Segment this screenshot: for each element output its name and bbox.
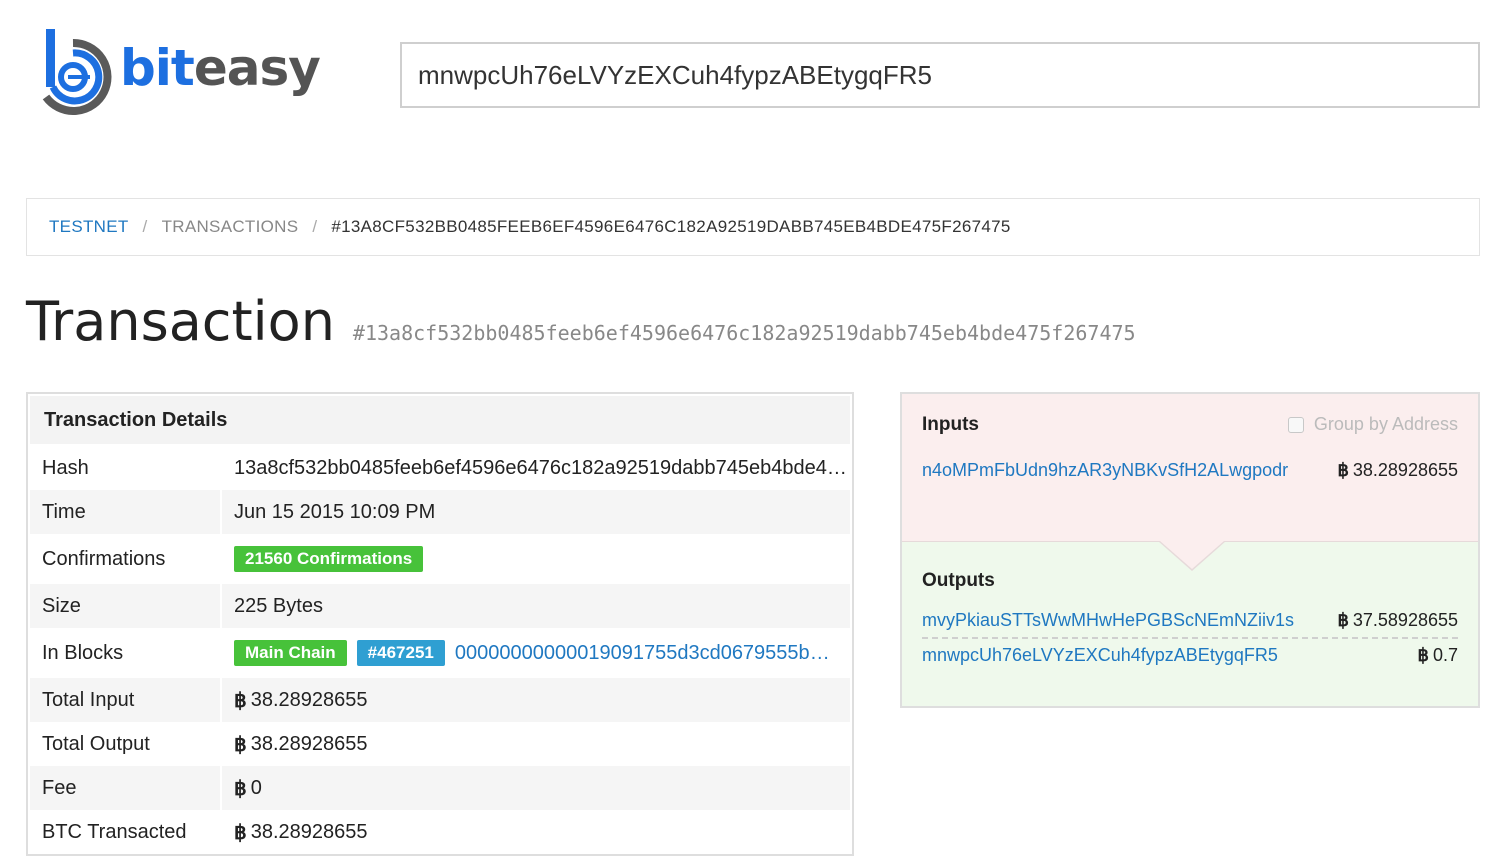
output-row: mnwpcUh76eLVYzEXCuh4fypzABEtygqFR5 ฿ 0.7 [922,645,1458,666]
detail-row-size: Size 225 Bytes [30,584,850,628]
size-value: 225 Bytes [234,594,323,617]
detail-row-time: Time Jun 15 2015 10:09 PM [30,490,850,534]
output-address-link[interactable]: mnwpcUh76eLVYzEXCuh4fypzABEtygqFR5 [922,645,1278,666]
time-value: Jun 15 2015 10:09 PM [234,500,436,523]
detail-row-total-output: Total Output ฿ 38.28928655 [30,722,850,766]
detail-label: Total Output [30,722,222,766]
block-hash-link[interactable]: 00000000000019091755d3cd0679555b… [455,642,830,665]
detail-label: BTC Transacted [30,810,222,854]
detail-label: Time [30,490,222,534]
wordmark-easy: easy [193,39,321,97]
inputs-outputs-panel: Inputs Group by Address n4oMPmFbUdn9hzAR… [900,392,1480,708]
detail-value: 13a8cf532bb0485feeb6ef4596e6476c182a9251… [222,446,850,490]
page-title-hash: #13a8cf532bb0485feeb6ef4596e6476c182a925… [352,321,1136,345]
detail-label: Confirmations [30,534,222,584]
input-row: n4oMPmFbUdn9hzAR3yNBKvSfH2ALwgpodr ฿ 38.2… [922,460,1458,481]
detail-row-fee: Fee ฿ 0 [30,766,850,810]
detail-value: ฿ 38.28928655 [222,722,850,766]
detail-label: Size [30,584,222,628]
breadcrumb: TESTNET / TRANSACTIONS / #13A8CF532BB048… [26,198,1480,256]
main-chain-badge: Main Chain [234,640,347,666]
inputs-section: Inputs Group by Address n4oMPmFbUdn9hzAR… [902,394,1478,542]
wordmark-bit: bit [120,39,195,97]
output-amount-value: 37.58928655 [1352,610,1458,630]
transaction-details-panel: Transaction Details Hash 13a8cf532bb0485… [26,392,854,856]
detail-label: Fee [30,766,222,810]
bitcoin-icon: ฿ [1337,460,1349,480]
breadcrumb-testnet-link[interactable]: TESTNET [49,217,129,237]
group-by-address-label: Group by Address [1313,414,1458,434]
total-output-value: 38.28928655 [250,732,368,755]
detail-row-btc-transacted: BTC Transacted ฿ 38.28928655 [30,810,850,854]
bitcoin-icon: ฿ [234,689,247,712]
biteasy-logo[interactable]: biteasy [32,24,352,116]
biteasy-wordmark: biteasy [120,39,321,97]
detail-row-total-input: Total Input ฿ 38.28928655 [30,678,850,722]
detail-value: Main Chain #467251 00000000000019091755d… [222,628,850,678]
block-hash-text: 00000000000019091755d3cd0679555b [454,641,810,664]
biteasy-logo-icon [42,29,112,115]
output-amount: ฿ 0.7 [1418,645,1458,666]
hash-value: 13a8cf532bb0485feeb6ef4596e6476c182a9251… [234,456,850,479]
bitcoin-icon: ฿ [1337,610,1349,630]
breadcrumb-transactions[interactable]: TRANSACTIONS [162,217,299,237]
detail-label: Total Input [30,678,222,722]
detail-value: 21560 Confirmations [222,534,850,584]
page-title: Transaction #13a8cf532bb0485feeb6ef4596e… [26,290,1136,353]
input-address-link[interactable]: n4oMPmFbUdn9hzAR3yNBKvSfH2ALwgpodr [922,460,1288,481]
output-row: mvyPkiauSTTsWwMHwHePGBScNEmNZiiv1s ฿ 37.5… [922,610,1458,639]
bitcoin-icon: ฿ [234,733,247,756]
fee-value: 0 [250,776,262,799]
confirmations-badge: 21560 Confirmations [234,546,424,572]
breadcrumb-current: #13A8CF532BB0485FEEB6EF4596E6476C182A925… [331,217,1011,236]
group-by-address-checkbox[interactable] [1287,416,1304,433]
outputs-title: Outputs [922,570,995,591]
btc-transacted-value: 38.28928655 [250,820,368,843]
breadcrumb-separator: / [142,217,148,236]
input-amount: ฿ 38.28928655 [1337,460,1458,481]
detail-value: ฿ 38.28928655 [222,810,850,854]
detail-label: Hash [30,446,222,490]
bitcoin-icon: ฿ [234,777,247,800]
group-by-address-toggle[interactable]: Group by Address [1287,414,1458,435]
search-input[interactable] [418,59,1478,91]
transaction-details-header: Transaction Details [30,396,850,444]
detail-row-confirmations: Confirmations 21560 Confirmations [30,534,850,584]
output-address-link[interactable]: mvyPkiauSTTsWwMHwHePGBScNEmNZiiv1s [922,610,1294,631]
flow-arrow [1160,541,1224,569]
output-amount: ฿ 37.58928655 [1337,610,1458,631]
input-amount-value: 38.28928655 [1352,460,1458,480]
output-amount-value: 0.7 [1432,645,1458,665]
outputs-section: Outputs mvyPkiauSTTsWwMHwHePGBScNEmNZiiv… [902,541,1478,706]
block-height-badge[interactable]: #467251 [356,640,445,666]
search-box[interactable] [400,42,1480,108]
bitcoin-icon: ฿ [1417,645,1429,665]
detail-row-blocks: In Blocks Main Chain #467251 00000000000… [30,628,850,678]
detail-label: In Blocks [30,628,222,678]
detail-value: ฿ 0 [222,766,850,810]
breadcrumb-separator: / [312,217,318,236]
total-input-value: 38.28928655 [250,688,368,711]
detail-row-hash: Hash 13a8cf532bb0485feeb6ef4596e6476c182… [30,446,850,490]
detail-value: ฿ 38.28928655 [222,678,850,722]
page-heading: Transaction [26,290,335,353]
bitcoin-icon: ฿ [234,821,247,844]
